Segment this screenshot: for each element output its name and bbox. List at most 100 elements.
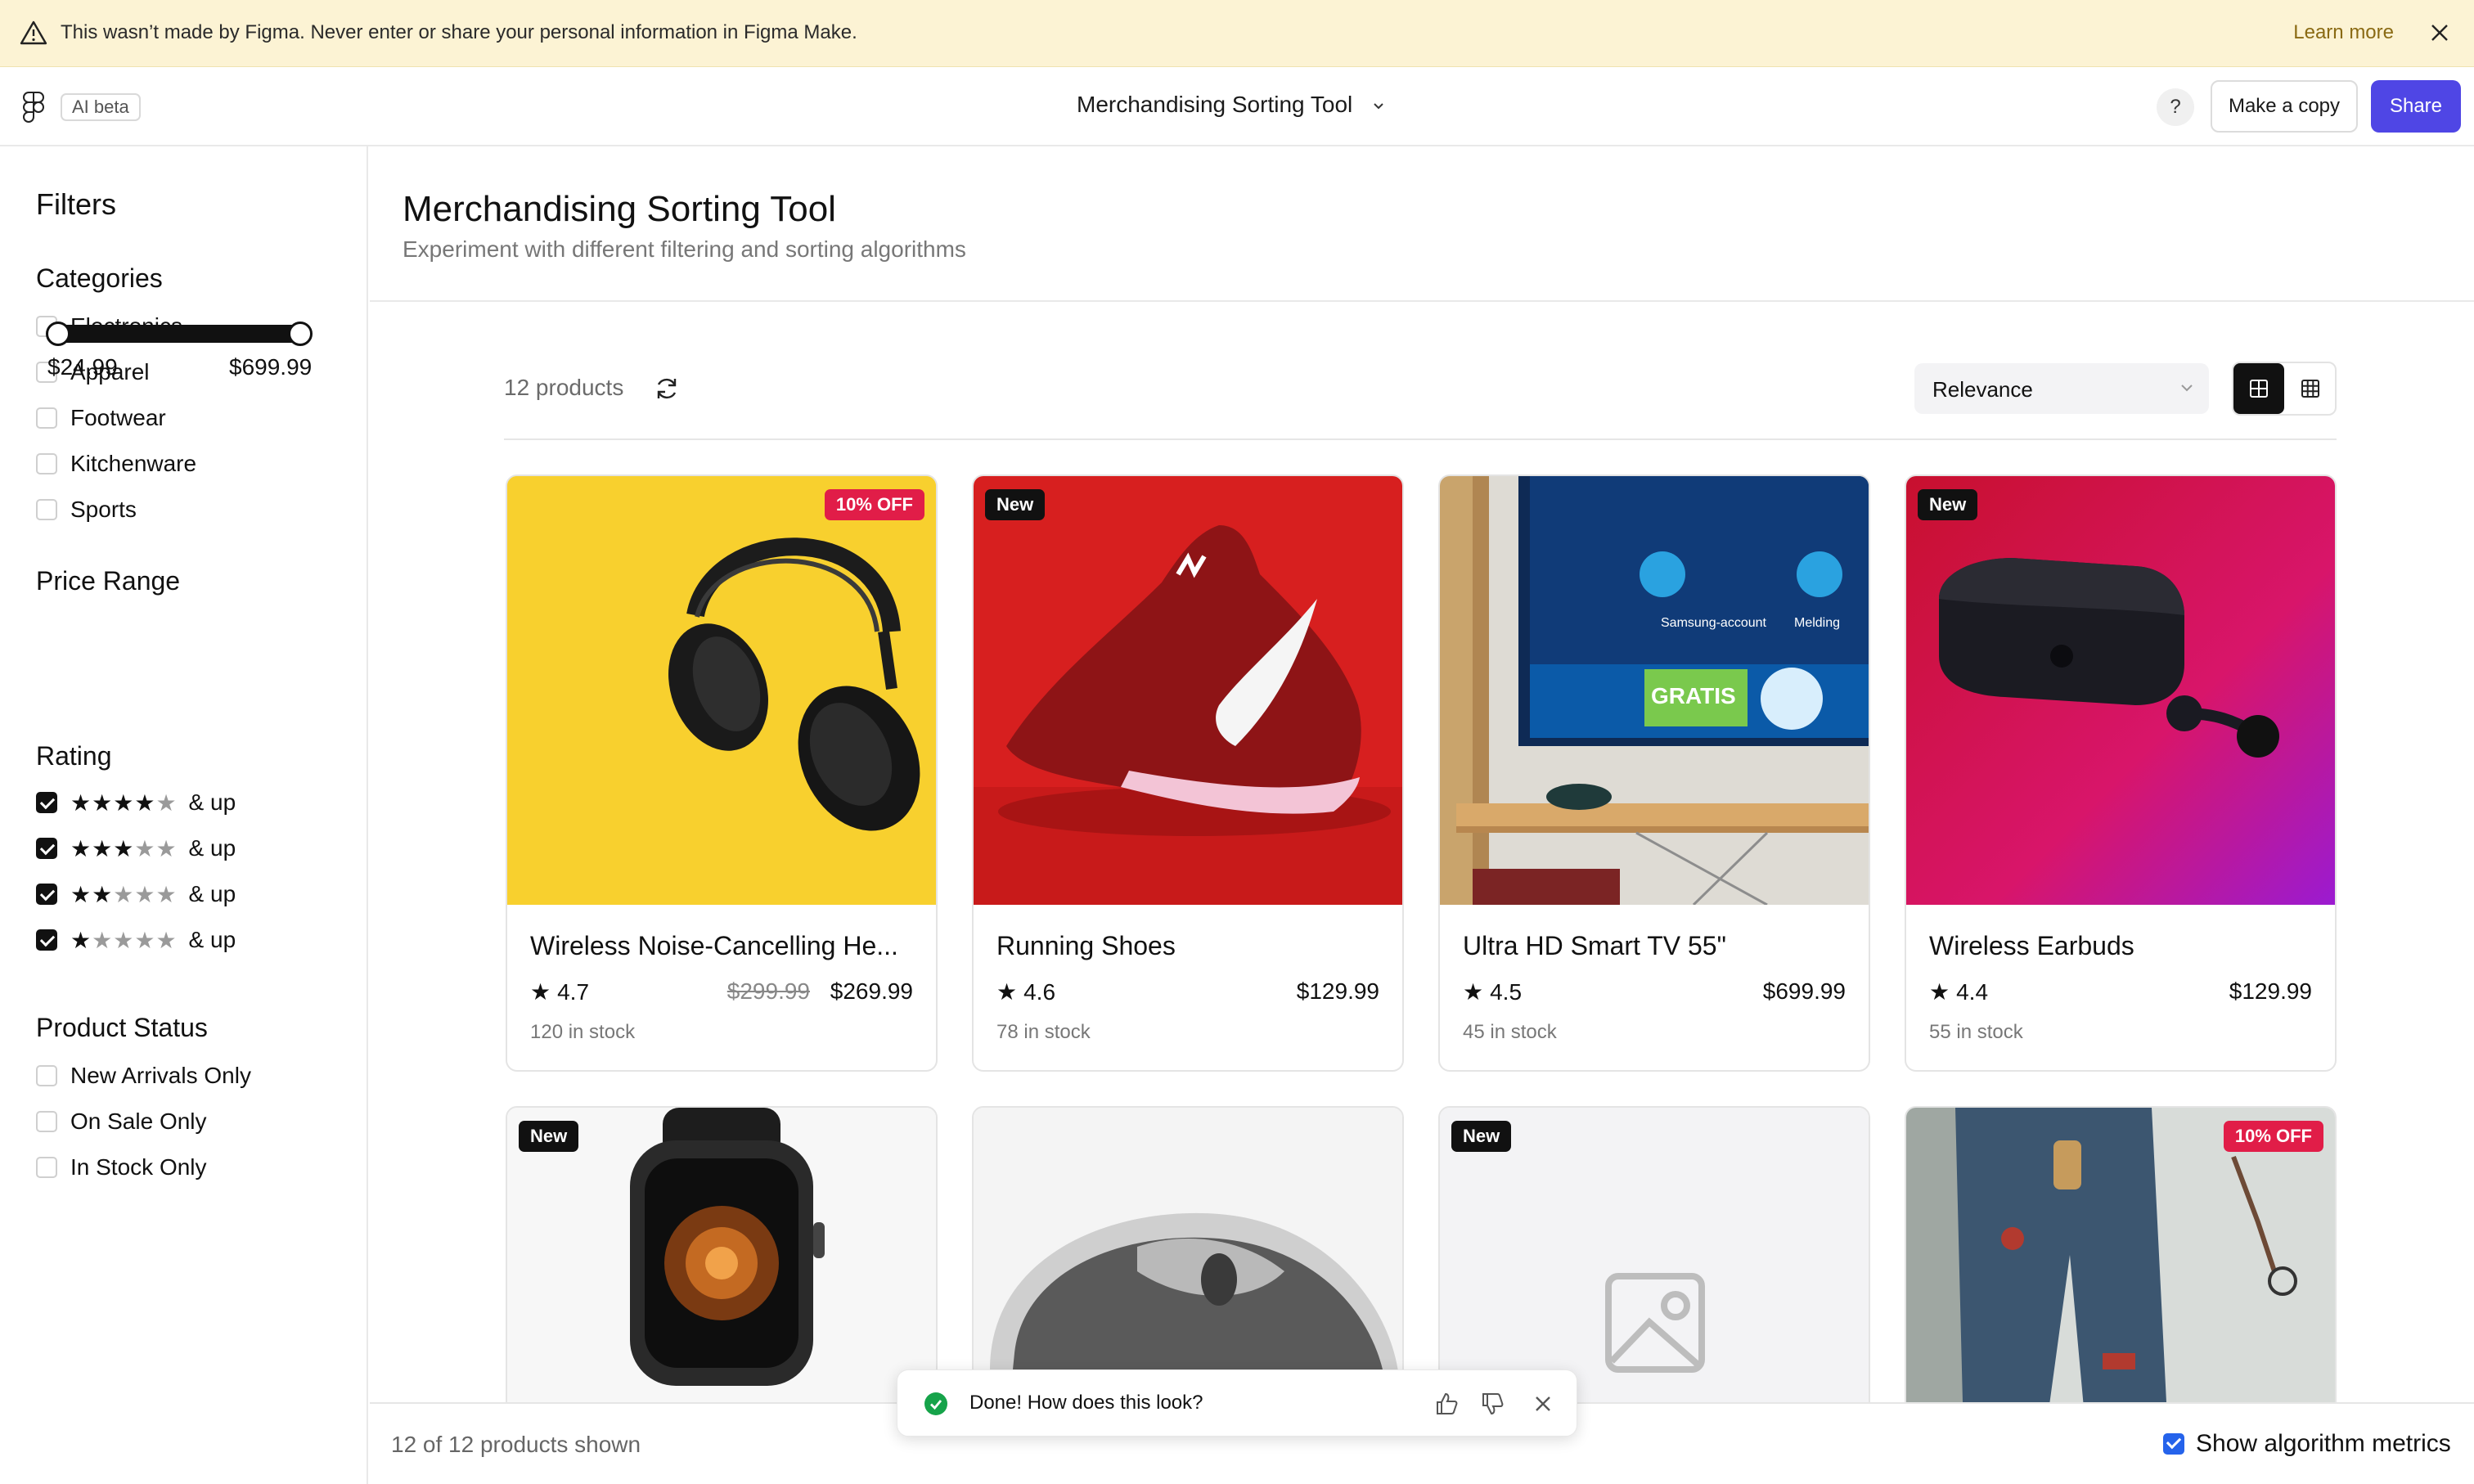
- product-rating: ★ 4.5: [1463, 978, 1522, 1005]
- checkbox[interactable]: [36, 929, 57, 951]
- product-name[interactable]: Wireless Noise-Cancelling He...: [530, 931, 913, 961]
- checkbox[interactable]: [36, 499, 57, 520]
- categories-title: Categories: [36, 263, 163, 293]
- rating-suffix: & up: [188, 881, 236, 906]
- new-badge: New: [1918, 489, 1978, 520]
- status-on-sale[interactable]: On Sale Only: [36, 1105, 207, 1138]
- help-button[interactable]: ?: [2157, 88, 2194, 126]
- grid-view-button[interactable]: [2233, 363, 2284, 414]
- check-circle-icon: [924, 1392, 947, 1415]
- rating-filter-1-stars[interactable]: ★★★★★ & up: [36, 924, 236, 956]
- new-badge: New: [1451, 1121, 1512, 1152]
- file-title[interactable]: Merchandising Sorting Tool: [1077, 92, 1352, 118]
- rating-filter-4-stars[interactable]: ★★★★★ & up: [36, 786, 236, 819]
- thumbs-down-icon[interactable]: [1478, 1390, 1506, 1418]
- banner-message: This wasn’t made by Figma. Never enter o…: [61, 21, 857, 43]
- product-card[interactable]: New Wireless Earbuds ★ 4.4 $129.99 55 in …: [1905, 474, 2337, 1072]
- top-bar: AI beta Merchandising Sorting Tool ? Mak…: [0, 67, 2474, 146]
- make-copy-button[interactable]: Make a copy: [2211, 80, 2358, 133]
- algorithm-metrics-label[interactable]: Show algorithm metrics: [2196, 1430, 2451, 1458]
- new-badge: New: [985, 489, 1046, 520]
- product-status-title: Product Status: [36, 1013, 208, 1042]
- checkbox[interactable]: [36, 838, 57, 859]
- price-range-title: Price Range: [36, 566, 181, 596]
- tv-screen-notify: Melding: [1794, 616, 1840, 630]
- refresh-icon[interactable]: [653, 375, 681, 402]
- close-icon[interactable]: [1531, 1392, 1555, 1416]
- rating-value: 4.5: [1490, 979, 1523, 1005]
- toast-message: Done! How does this look?: [969, 1392, 1203, 1414]
- product-image-headphones: [507, 476, 936, 905]
- category-footwear[interactable]: Footwear: [36, 402, 166, 434]
- category-sports[interactable]: Sports: [36, 493, 137, 526]
- thumbs-up-icon[interactable]: [1433, 1390, 1460, 1418]
- rating-value: 4.6: [1023, 979, 1056, 1005]
- product-name[interactable]: Ultra HD Smart TV 55": [1463, 931, 1846, 961]
- share-button[interactable]: Share: [2371, 80, 2461, 133]
- feedback-toast: Done! How does this look?: [897, 1369, 1577, 1437]
- category-label: Kitchenware: [70, 451, 197, 476]
- product-rating: ★ 4.6: [996, 978, 1055, 1005]
- rating-filter-2-stars[interactable]: ★★★★★ & up: [36, 878, 236, 911]
- warning-banner: This wasn’t made by Figma. Never enter o…: [0, 0, 2474, 67]
- product-name[interactable]: Wireless Earbuds: [1929, 931, 2312, 961]
- dense-grid-icon: [2301, 380, 2319, 398]
- product-card[interactable]: New: [506, 1106, 938, 1433]
- tv-screen-promo: GRATIS: [1651, 683, 1736, 708]
- checkbox[interactable]: [36, 1065, 57, 1086]
- product-card[interactable]: New Running Shoes ★ 4.6 $129.99 78 in sto…: [972, 474, 1404, 1072]
- rating-suffix: & up: [188, 927, 236, 952]
- price-min-handle[interactable]: [46, 322, 70, 346]
- sort-select[interactable]: Relevance: [1914, 363, 2209, 414]
- chevron-down-icon[interactable]: [1371, 100, 1386, 111]
- price-max-handle[interactable]: [288, 322, 313, 346]
- star-icon: ★: [1929, 979, 1950, 1005]
- product-card[interactable]: 10% OFF: [1905, 1106, 2337, 1433]
- divider: [504, 438, 2337, 440]
- warning-icon: [20, 20, 47, 45]
- rating-filter-3-stars[interactable]: ★★★★★ & up: [36, 832, 236, 865]
- checkbox[interactable]: [36, 407, 57, 429]
- checkbox[interactable]: [36, 1111, 57, 1132]
- checkbox[interactable]: [36, 1157, 57, 1178]
- tv-screen-account: Samsung-account: [1661, 616, 1767, 630]
- filters-sidebar: Filters Categories Electronics Apparel F…: [0, 146, 368, 1484]
- product-name[interactable]: Running Shoes: [996, 931, 1379, 961]
- chevron-down-icon: [2181, 384, 2193, 392]
- product-card[interactable]: 10% OFF Wireless Noise-Cancelling He... …: [506, 474, 938, 1072]
- checkbox[interactable]: [36, 884, 57, 905]
- product-image-shoe: [974, 476, 1402, 905]
- product-image-jeans: [1906, 1108, 2335, 1432]
- learn-more-link[interactable]: Learn more: [2293, 21, 2394, 44]
- category-kitchenware[interactable]: Kitchenware: [36, 447, 196, 480]
- checkbox[interactable]: [36, 453, 57, 474]
- ai-beta-badge: AI beta: [61, 93, 141, 121]
- page-title: Merchandising Sorting Tool: [403, 189, 836, 229]
- checkbox[interactable]: [36, 792, 57, 813]
- status-in-stock[interactable]: In Stock Only: [36, 1151, 207, 1184]
- star-rating-icon: ★★★★★: [70, 789, 178, 816]
- product-card[interactable]: Samsung-account Melding GRATIS Ultra HD …: [1438, 474, 1870, 1072]
- price-range-track[interactable]: [49, 325, 309, 343]
- product-price: $129.99: [1296, 978, 1379, 1004]
- status-label: New Arrivals Only: [70, 1063, 251, 1088]
- products-shown-count: 12 of 12 products shown: [391, 1432, 641, 1457]
- dense-grid-view-button[interactable]: [2286, 363, 2335, 414]
- rating-suffix: & up: [188, 789, 236, 815]
- stock-count: 45 in stock: [1463, 1021, 1557, 1043]
- original-price: $299.99: [726, 978, 810, 1004]
- price-min-value: $24.99: [47, 354, 118, 380]
- figma-logo-icon[interactable]: [23, 92, 44, 123]
- algorithm-metrics-checkbox[interactable]: [2163, 1433, 2184, 1455]
- filters-title: Filters: [36, 187, 116, 221]
- status-label: In Stock Only: [70, 1154, 207, 1180]
- close-banner-icon[interactable]: [2425, 18, 2454, 47]
- sort-value: Relevance: [1932, 377, 2033, 402]
- product-count: 12 products: [504, 375, 624, 400]
- price-max-value: $699.99: [229, 354, 313, 380]
- star-rating-icon: ★★★★★: [70, 835, 178, 861]
- discount-badge: 10% OFF: [2223, 1121, 2323, 1152]
- stock-count: 55 in stock: [1929, 1021, 2023, 1043]
- star-rating-icon: ★★★★★: [70, 927, 178, 953]
- status-new-arrivals[interactable]: New Arrivals Only: [36, 1059, 251, 1092]
